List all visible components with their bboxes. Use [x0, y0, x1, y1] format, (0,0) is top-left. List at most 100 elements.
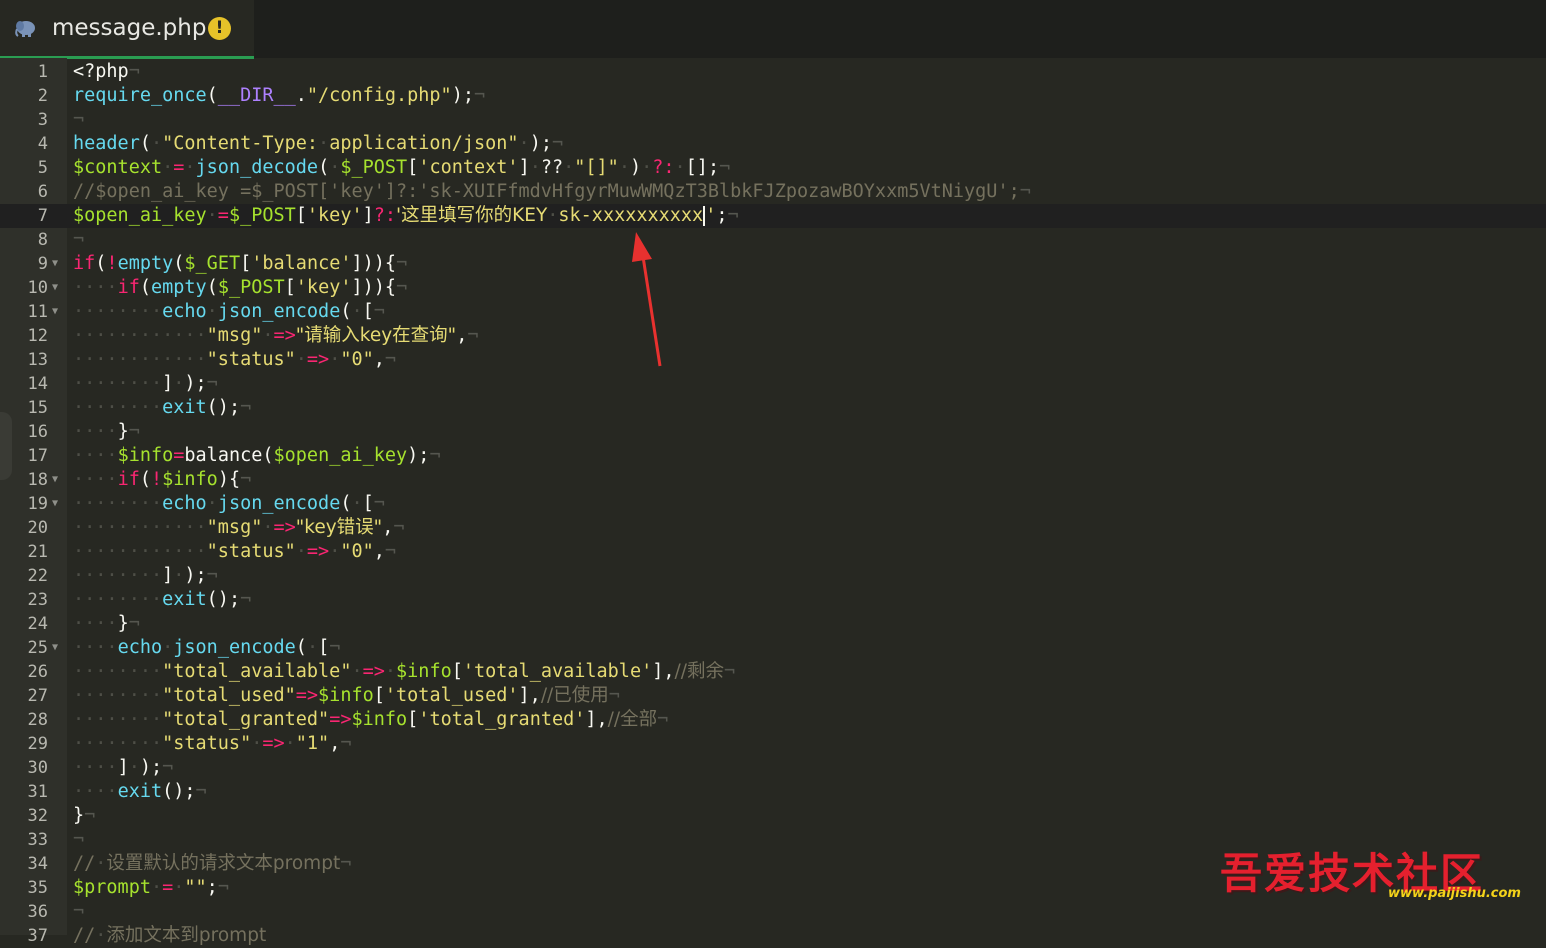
code-token: · — [206, 301, 218, 322]
code-token: [ — [373, 685, 385, 706]
code-line[interactable]: 10 ▼ ····if(empty($_POST['key'])){¬ — [0, 276, 1546, 300]
code-token: · — [329, 157, 341, 178]
watermark-logo: 吾爱技术社区 www.paijishu.com — [1220, 840, 1530, 915]
code-token: · — [262, 517, 274, 538]
side-panel-toggle[interactable]: ‹ — [0, 412, 12, 480]
fold-toggle-icon[interactable]: ▼ — [52, 276, 58, 300]
line-number: 19 — [27, 494, 48, 514]
fold-toggle-icon[interactable]: ▼ — [52, 252, 58, 276]
code-token: ¬ — [657, 709, 669, 730]
code-token: ] — [117, 757, 129, 778]
fold-toggle-icon[interactable]: ▼ — [52, 492, 58, 516]
code-token: "0" — [340, 541, 374, 562]
code-line[interactable]: 9 ▼ if(!empty($_GET['balance'])){¬ — [0, 252, 1546, 276]
fold-toggle-icon[interactable]: ▼ — [52, 636, 58, 660]
code-line[interactable]: 28 ········"total_granted"=>$info['total_… — [0, 708, 1546, 732]
code-line[interactable]: 24 ····}¬ — [0, 612, 1546, 636]
code-token: "msg" — [206, 517, 263, 538]
code-token: ········ — [73, 685, 163, 706]
code-token: , — [382, 517, 394, 538]
code-line[interactable]: 21 ············"status"·=>·"0",¬ — [0, 540, 1546, 564]
code-token: ); — [184, 373, 207, 394]
code-text: ¬ — [73, 828, 84, 852]
code-token: "" — [184, 877, 207, 898]
code-token: $info — [318, 685, 374, 706]
code-line[interactable]: 13 ············"status"·=>·"0",¬ — [0, 348, 1546, 372]
code-token: ] — [362, 205, 374, 226]
code-token: [ — [240, 253, 252, 274]
code-token: => — [306, 541, 330, 562]
code-line[interactable]: 32}¬ — [0, 804, 1546, 828]
code-token: · — [351, 301, 363, 322]
code-line[interactable]: 25 ▼ ····echo·json_encode(·[¬ — [0, 636, 1546, 660]
code-token: => — [273, 517, 296, 538]
code-line[interactable]: 5 $context·=·json_decode(·$_POST['context… — [0, 156, 1546, 180]
code-line[interactable]: 26 ········"total_available"·=>·$info['to… — [0, 660, 1546, 684]
code-token: "0" — [340, 349, 374, 370]
code-line[interactable]: 4 header(·"Content-Type:·application/json… — [0, 132, 1546, 156]
code-text: $prompt·=·"";¬ — [73, 876, 229, 900]
code-token: ········ — [73, 373, 163, 394]
code-line[interactable]: 1 <?php¬ — [0, 60, 1546, 84]
code-token: => — [362, 661, 385, 682]
code-line[interactable]: 2 require_once(__DIR__."/config.php");¬ — [0, 84, 1546, 108]
code-token: $info — [117, 445, 174, 466]
line-number: 31 — [27, 782, 48, 802]
code-line[interactable]: 30 ····]·);¬ — [0, 756, 1546, 780]
code-line[interactable]: 20 ············"msg"·=>"key错误",¬ — [0, 516, 1546, 540]
code-line[interactable]: 3 ¬ — [0, 108, 1546, 132]
code-line[interactable]: 19 ▼ ········echo·json_encode(·[¬ — [0, 492, 1546, 516]
code-token: ¬ — [73, 901, 85, 922]
code-line[interactable]: 11 ▼ ········echo·json_encode(·[¬ — [0, 300, 1546, 324]
code-text: ········]·);¬ — [73, 564, 218, 588]
code-line[interactable]: 16 ····}¬ — [0, 420, 1546, 444]
code-token: ] — [518, 157, 530, 178]
tab-message-php[interactable]: message.php ! — [0, 0, 254, 59]
code-token: · — [295, 541, 307, 562]
line-number: 13 — [27, 350, 48, 370]
code-token: ···· — [73, 469, 118, 490]
fold-toggle-icon[interactable]: ▼ — [52, 300, 58, 324]
code-line[interactable]: 37 //·添加文本到prompt — [0, 924, 1546, 948]
code-line[interactable]: 29 ········"status"·=>·"1",¬ — [0, 732, 1546, 756]
fold-toggle-icon[interactable]: ▼ — [52, 468, 58, 492]
code-line[interactable]: 27 ········"total_used"=>$info['total_use… — [0, 684, 1546, 708]
code-line[interactable]: 22 ········]·);¬ — [0, 564, 1546, 588]
code-token: ], — [518, 685, 541, 706]
code-token: [ — [362, 493, 374, 514]
code-line[interactable]: 14 ········]·);¬ — [0, 372, 1546, 396]
code-token: exit — [117, 781, 163, 802]
warning-icon[interactable]: ! — [208, 17, 231, 40]
line-number: 8 — [37, 230, 48, 250]
code-token: $_POST — [217, 277, 285, 298]
code-text: header(·"Content-Type:·application/json"… — [73, 132, 563, 156]
code-line[interactable]: 23 ········exit();¬ — [0, 588, 1546, 612]
code-token: //$open_ai_key =$_POST['key']?:'sk-XUIFf… — [73, 181, 1020, 202]
code-line[interactable]: 18 ▼ ····if(!$info){¬ — [0, 468, 1546, 492]
code-token: "total_granted" — [162, 709, 330, 730]
code-line[interactable]: 17 ····$info=balance($open_ai_key);¬ — [0, 444, 1546, 468]
code-editor[interactable]: 1 <?php¬ 2 require_once(__DIR__."/config.ph… — [0, 60, 1546, 948]
code-token: "/config.php" — [306, 85, 452, 106]
line-number: 36 — [27, 902, 48, 922]
code-line[interactable]: 7 $open_ai_key·=$_POST['key']?:'这里填写你的KEY… — [0, 204, 1546, 228]
line-number: 4 — [37, 134, 48, 154]
line-number: 7 — [0, 204, 48, 228]
code-token: ········ — [73, 661, 163, 682]
code-line[interactable]: 12 ············"msg"·=>"请输入key在查询",¬ — [0, 324, 1546, 348]
code-token: ¬ — [467, 325, 479, 346]
code-token: ( — [206, 277, 218, 298]
code-line[interactable]: 8 ¬ — [0, 228, 1546, 252]
code-token: = — [173, 157, 185, 178]
line-number: 21 — [27, 542, 48, 562]
code-line[interactable]: 6 //$open_ai_key =$_POST['key']?:'sk-XUIF… — [0, 180, 1546, 204]
code-token: · — [173, 877, 185, 898]
code-token: ) — [629, 157, 642, 178]
code-token: · — [563, 157, 575, 178]
code-line[interactable]: 15 ········exit();¬ — [0, 396, 1546, 420]
code-token: ); — [407, 445, 430, 466]
code-token: ?: — [652, 157, 675, 178]
code-token: ¬ — [1019, 181, 1031, 202]
code-token: json_encode — [217, 493, 341, 514]
code-line[interactable]: 31 ····exit();¬ — [0, 780, 1546, 804]
